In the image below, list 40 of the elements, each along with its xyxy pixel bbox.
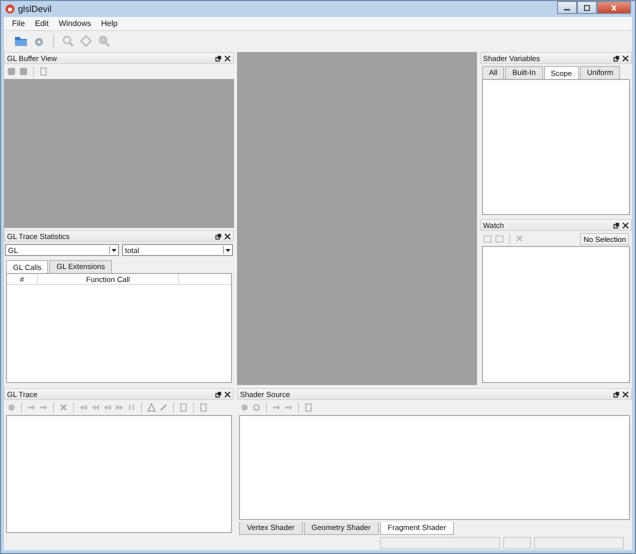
maximize-icon	[582, 4, 592, 10]
menu-item[interactable]: Edit	[34, 19, 49, 28]
close-icon[interactable]	[224, 232, 231, 240]
window-title: glslDevil	[18, 4, 52, 14]
sheet-icon[interactable]	[304, 403, 313, 412]
close-icon[interactable]	[224, 54, 231, 62]
sheet-icon[interactable]	[39, 67, 48, 76]
menu-item[interactable]: Windows	[58, 19, 92, 28]
sheet-icon[interactable]	[199, 403, 208, 412]
float-icon[interactable]	[613, 390, 620, 398]
float-icon[interactable]	[215, 390, 222, 398]
close-button[interactable]	[597, 1, 631, 14]
zoom-icon[interactable]	[97, 34, 111, 48]
close-icon[interactable]	[224, 390, 231, 398]
rewind-icon[interactable]	[79, 403, 88, 412]
close-icon	[609, 4, 619, 10]
diamond-icon[interactable]	[79, 34, 93, 48]
forward-icon[interactable]	[115, 403, 124, 412]
close-icon[interactable]	[622, 222, 629, 228]
app-icon	[5, 4, 15, 14]
float-icon[interactable]	[215, 54, 222, 62]
refresh-icon[interactable]	[252, 403, 261, 412]
close-icon[interactable]	[622, 54, 629, 62]
sheet-icon[interactable]	[179, 403, 188, 412]
close-icon[interactable]	[622, 390, 629, 398]
maximize-button[interactable]	[577, 1, 597, 14]
float-icon[interactable]	[613, 54, 620, 62]
rewind-icon[interactable]	[103, 403, 112, 412]
status-field	[503, 536, 531, 548]
rewind-icon[interactable]	[91, 403, 100, 412]
dropdown-arrow-icon	[109, 246, 118, 254]
zoom-icon[interactable]	[61, 34, 75, 48]
dropdown-arrow-icon	[223, 246, 232, 254]
pause-icon[interactable]	[127, 403, 136, 412]
menu-item[interactable]: Help	[101, 19, 118, 28]
menu-item[interactable]: File	[12, 19, 25, 28]
float-icon[interactable]	[215, 232, 222, 240]
minimize-button[interactable]	[557, 1, 577, 14]
warning-icon[interactable]	[147, 403, 156, 412]
float-icon[interactable]	[613, 222, 620, 228]
